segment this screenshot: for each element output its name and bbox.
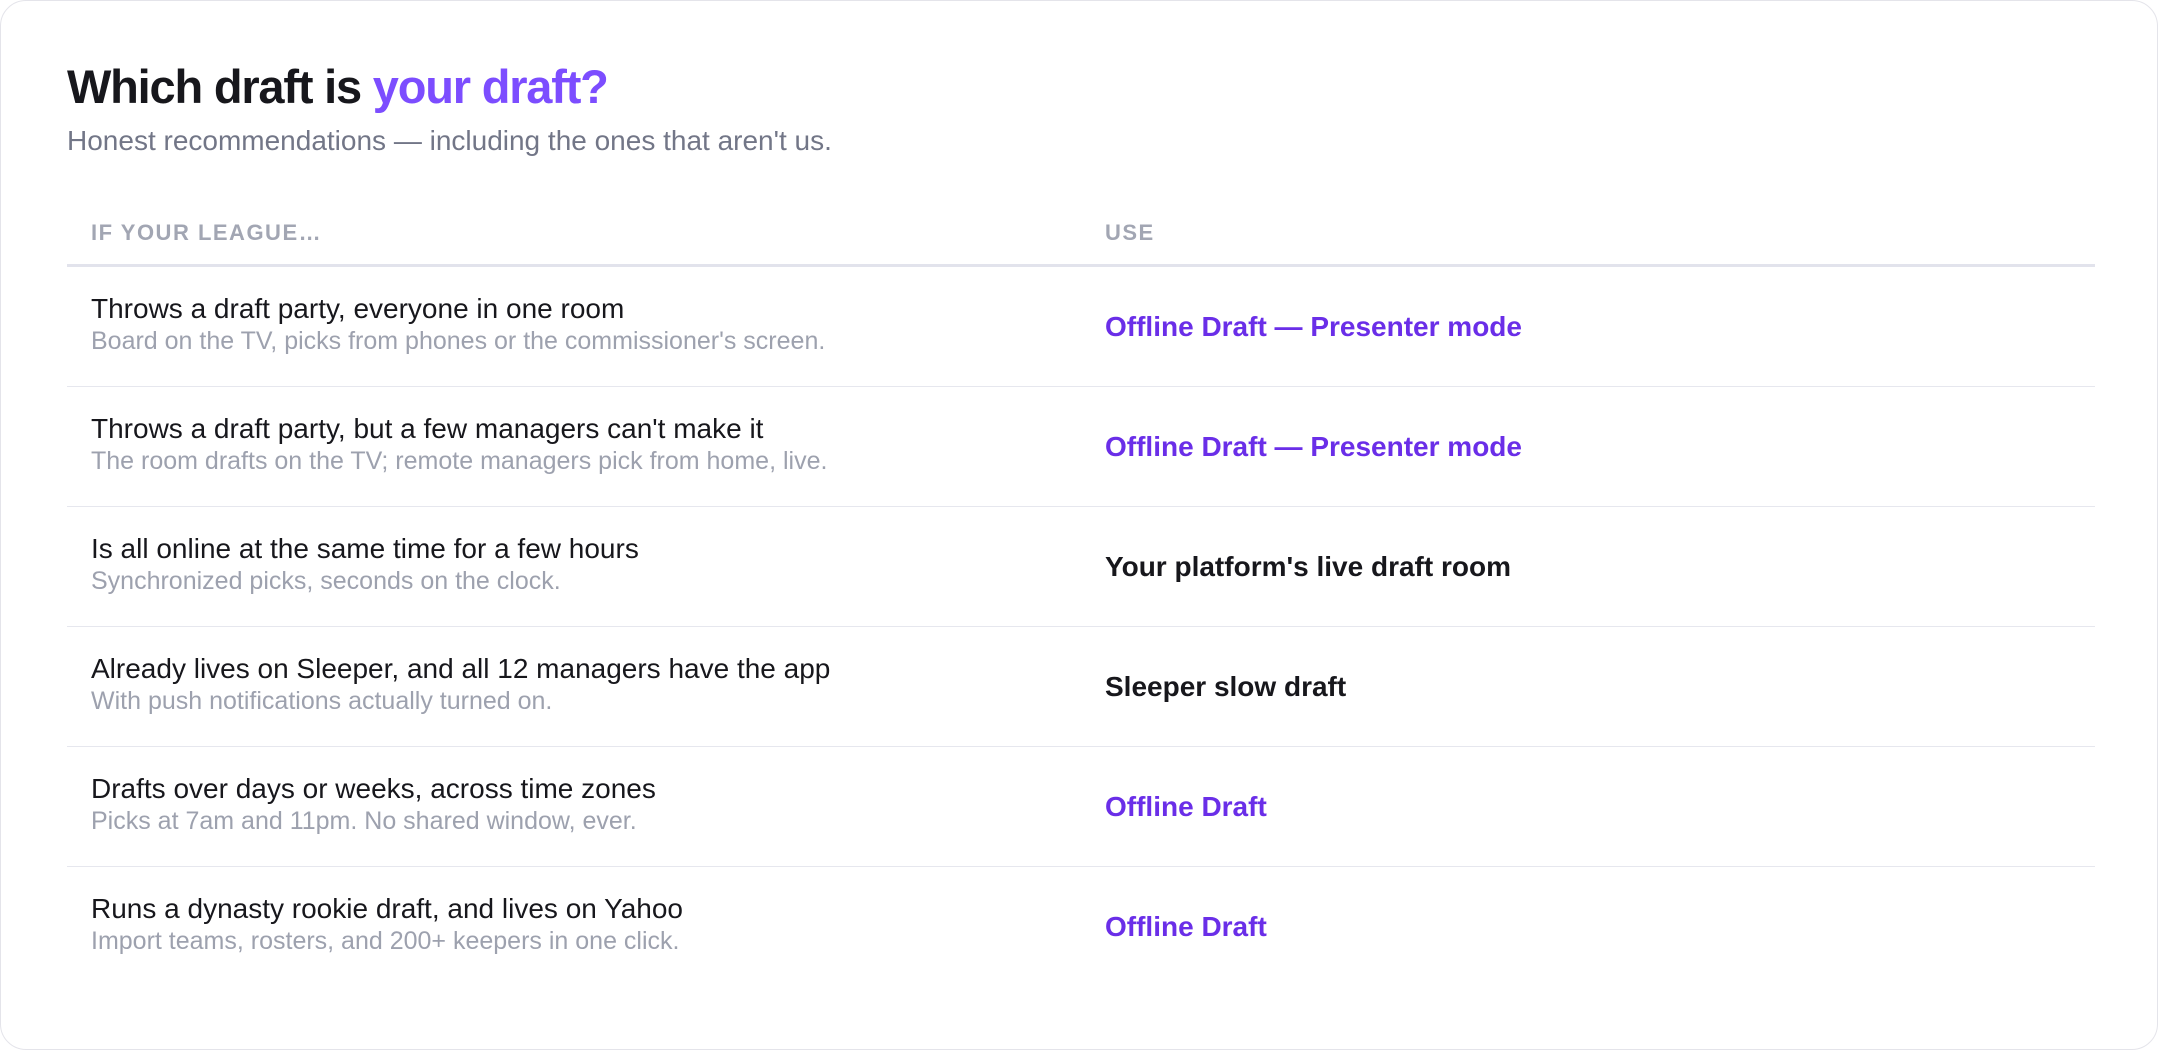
table-header: IF YOUR LEAGUE… USE [67, 201, 2095, 267]
row-title: Drafts over days or weeks, across time z… [91, 773, 656, 804]
table-row: Already lives on Sleeper, and all 12 man… [67, 627, 2095, 747]
recommendation-link[interactable]: Offline Draft — Presenter mode [1105, 311, 1522, 343]
row-detail: Board on the TV, picks from phones or th… [91, 327, 826, 355]
comparison-card: Which draft is your draft? Honest recomm… [0, 0, 2158, 1050]
table-row: Runs a dynasty rookie draft, and lives o… [67, 867, 2095, 987]
recommendation-link[interactable]: Offline Draft [1105, 911, 1267, 943]
row-detail: The room drafts on the TV; remote manage… [91, 447, 828, 475]
title-accent: your draft? [372, 60, 609, 113]
row-title: Throws a draft party, but a few managers… [91, 413, 764, 444]
recommendation-link[interactable]: Offline Draft [1105, 791, 1267, 823]
column-header-league: IF YOUR LEAGUE… [91, 220, 323, 245]
table-row: Drafts over days or weeks, across time z… [67, 747, 2095, 867]
title-prefix: Which draft is [67, 60, 373, 113]
row-title: Throws a draft party, everyone in one ro… [91, 293, 625, 324]
column-header-use: USE [1105, 220, 1155, 245]
row-detail: With push notifications actually turned … [91, 687, 553, 715]
row-title: Already lives on Sleeper, and all 12 man… [91, 653, 831, 684]
page-title: Which draft is your draft? [67, 59, 609, 114]
row-detail: Import teams, rosters, and 200+ keepers … [91, 927, 680, 955]
table-row: Throws a draft party, everyone in one ro… [67, 267, 2095, 387]
page-subtitle: Honest recommendations — including the o… [67, 125, 832, 156]
row-title: Runs a dynasty rookie draft, and lives o… [91, 893, 683, 924]
recommendation-text: Your platform's live draft room [1105, 551, 1511, 582]
table-row: Throws a draft party, but a few managers… [67, 387, 2095, 507]
recommendation-table: IF YOUR LEAGUE… USE Throws a draft party… [67, 201, 2095, 987]
recommendation-link[interactable]: Offline Draft — Presenter mode [1105, 431, 1522, 463]
recommendation-text: Sleeper slow draft [1105, 671, 1347, 702]
table-row: Is all online at the same time for a few… [67, 507, 2095, 627]
row-detail: Picks at 7am and 11pm. No shared window,… [91, 807, 637, 835]
row-title: Is all online at the same time for a few… [91, 533, 639, 564]
row-detail: Synchronized picks, seconds on the clock… [91, 567, 561, 595]
